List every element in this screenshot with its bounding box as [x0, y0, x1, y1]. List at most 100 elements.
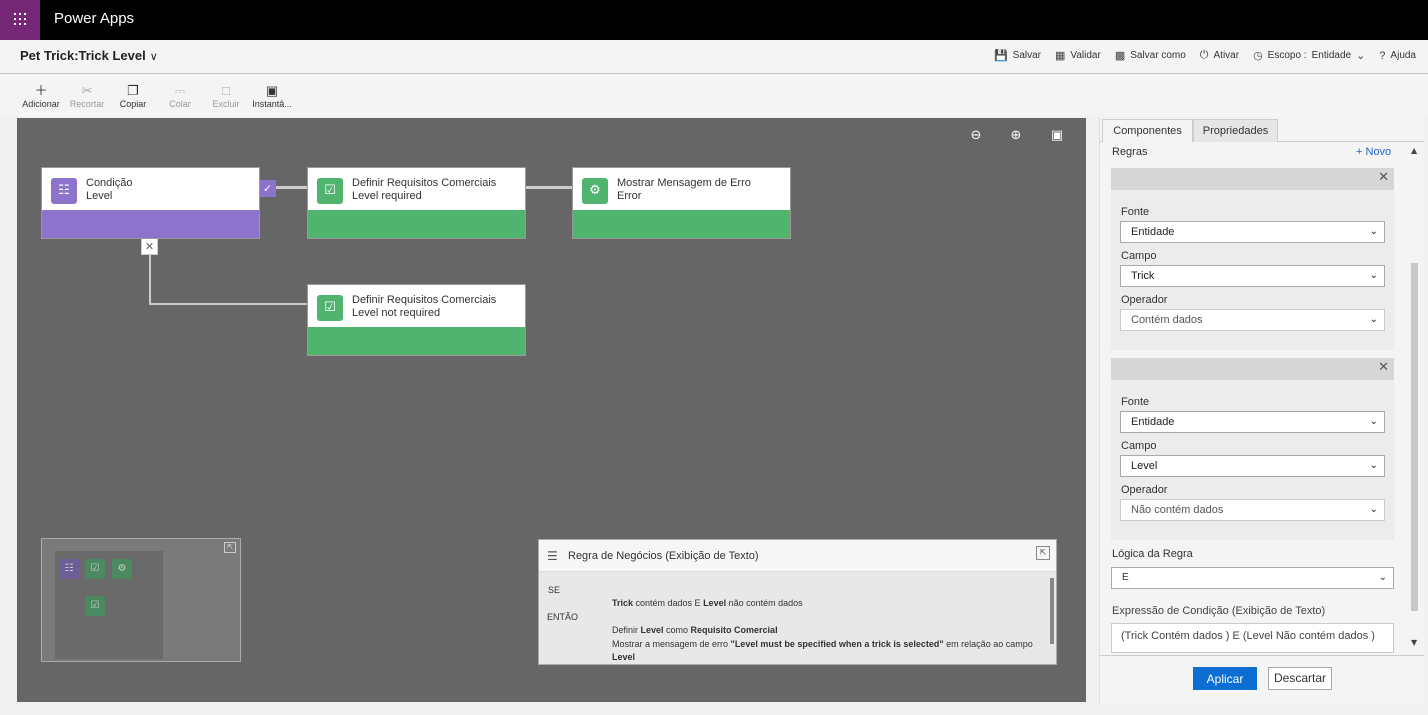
properties-panel: Componentes Propriedades Regras + Novo ▲…: [1099, 118, 1424, 703]
chevron-down-icon: ∨: [149, 51, 158, 63]
clock-icon: ◷: [1253, 50, 1263, 62]
node-type: Definir Requisitos Comerciais: [352, 294, 497, 306]
chevron-down-icon: ⌄: [1369, 314, 1378, 325]
chevron-down-icon: ⌄: [1356, 50, 1366, 62]
rule-title-dropdown[interactable]: Pet Trick:Trick Level ∨: [20, 48, 158, 63]
text-view-title: Regra de Negócios (Exibição de Texto): [568, 550, 759, 562]
checkbox-icon: ☑: [317, 178, 343, 204]
validate-button[interactable]: ▦ Validar: [1055, 49, 1101, 62]
rule-card: ✕ Fonte Entidade ⌄ Campo Trick ⌄ Operador …: [1111, 168, 1394, 350]
set-requirement-node[interactable]: ☑ Definir Requisitos Comerciais Level req…: [307, 167, 526, 239]
rule-card: ✕ Fonte Entidade ⌄ Campo Level ⌄ Operador …: [1111, 358, 1394, 540]
minimap-condition-node: ☷: [59, 559, 79, 579]
snapshot-button[interactable]: ▣ Instantâ...: [248, 83, 296, 109]
node-type: Condição: [86, 177, 133, 189]
paste-button[interactable]: ⎓ Colar: [156, 83, 204, 109]
minimap-viewport[interactable]: ☷ ☑ ⚙ ☑: [55, 551, 163, 659]
source-select[interactable]: Entidade ⌄: [1120, 221, 1385, 243]
help-button[interactable]: ? Ajuda: [1379, 49, 1416, 62]
operator-select[interactable]: Não contém dados ⌄: [1120, 499, 1385, 521]
expand-icon[interactable]: ⇱: [224, 542, 236, 553]
scroll-up-icon[interactable]: ▲: [1411, 146, 1417, 155]
node-band: [308, 327, 525, 355]
new-rule-link[interactable]: + Novo: [1356, 146, 1391, 158]
node-band: [308, 210, 525, 238]
field-select[interactable]: Trick ⌄: [1120, 265, 1385, 287]
designer-canvas[interactable]: ⊖ ⊕ ▣ ✓ ✕ ☷ Condição Level ☑ Definir Requ…: [17, 118, 1086, 702]
minimap-error-node: ⚙: [112, 559, 132, 579]
discard-button[interactable]: Descartar: [1268, 667, 1332, 690]
connector: [525, 186, 573, 189]
condition-node[interactable]: ☷ Condição Level: [41, 167, 260, 239]
command-bar: 💾 Salvar ▦ Validar ▩ Salvar como ⏻ Ativar ◷ E…: [994, 49, 1416, 62]
panel-footer: Aplicar Descartar: [1100, 655, 1424, 703]
action-text: Definir Level como Requisito Comercial: [612, 625, 778, 635]
scope-dropdown[interactable]: ◷ Escopo : Entidade ⌄: [1253, 49, 1365, 62]
chevron-down-icon: ⌄: [1369, 416, 1378, 427]
false-branch-x-icon[interactable]: ✕: [141, 238, 158, 255]
operator-label: Operador: [1121, 294, 1168, 306]
panel-tabs: Componentes Propriedades: [1100, 118, 1424, 142]
operator-select[interactable]: Contém dados ⌄: [1120, 309, 1385, 331]
node-band: [42, 210, 259, 238]
save-button[interactable]: 💾 Salvar: [994, 49, 1041, 62]
node-band: [573, 210, 790, 238]
source-label: Fonte: [1121, 396, 1150, 408]
app-title: Power Apps: [54, 10, 135, 27]
title-row: Pet Trick:Trick Level ∨ 💾 Salvar ▦ Validar …: [0, 41, 1428, 74]
scissors-icon: ✂: [81, 83, 93, 98]
text-view-panel: ☰ Regra de Negócios (Exibição de Texto) …: [538, 539, 1057, 665]
zoom-in-icon[interactable]: ⊕: [1007, 128, 1025, 144]
node-name: Level: [86, 190, 113, 202]
checkbox-icon: ☑: [317, 295, 343, 321]
connector: [149, 254, 151, 305]
rules-label: Regras: [1112, 146, 1148, 158]
action-text: Mostrar a mensagem de erro "Level must b…: [612, 639, 1033, 662]
page-title: Pet Trick:Trick Level: [20, 48, 146, 63]
tab-properties[interactable]: Propriedades: [1193, 119, 1278, 142]
source-select[interactable]: Entidade ⌄: [1120, 411, 1385, 433]
expand-icon[interactable]: ⇱: [1036, 546, 1050, 560]
fit-to-screen-icon[interactable]: ▣: [1048, 128, 1066, 144]
apply-button[interactable]: Aplicar: [1193, 667, 1257, 690]
field-select[interactable]: Level ⌄: [1120, 455, 1385, 477]
delete-button[interactable]: □ Excluir: [202, 83, 250, 109]
save-as-button[interactable]: ▩ Salvar como: [1115, 49, 1186, 62]
rule-text-icon: ☰: [547, 549, 558, 563]
if-label: SE: [548, 585, 561, 595]
scrollbar[interactable]: [1411, 263, 1418, 611]
scroll-down-icon[interactable]: ▼: [1411, 638, 1417, 647]
save-icon: 💾: [993, 50, 1008, 62]
then-label: ENTÃO: [547, 612, 579, 622]
node-type: Definir Requisitos Comerciais: [352, 177, 497, 189]
copy-icon: ❐: [127, 83, 139, 98]
tab-components[interactable]: Componentes: [1102, 119, 1193, 142]
zoom-out-icon[interactable]: ⊖: [967, 128, 985, 144]
show-error-node[interactable]: ⚙ Mostrar Mensagem de Erro Error: [572, 167, 791, 239]
close-icon[interactable]: ✕: [1378, 170, 1389, 185]
minimap-action-node: ☑: [85, 596, 105, 616]
trash-icon: □: [222, 83, 230, 98]
condition-expression-text: (Trick Contém dados ) E (Level Não conté…: [1111, 623, 1394, 653]
minimap[interactable]: ⇱ ☷ ☑ ⚙ ☑: [41, 538, 241, 662]
field-label: Campo: [1121, 440, 1157, 452]
condition-expression-label: Expressão de Condição (Exibição de Texto…: [1112, 605, 1326, 617]
cut-button[interactable]: ✂ Recortar: [63, 83, 111, 109]
activate-button[interactable]: ⏻ Ativar: [1200, 49, 1239, 62]
add-button[interactable]: ＋ Adicionar: [17, 83, 65, 109]
node-name: Error: [617, 190, 642, 202]
node-type: Mostrar Mensagem de Erro: [617, 177, 751, 189]
rule-logic-select[interactable]: E ⌄: [1111, 567, 1394, 589]
ribbon: ＋ Adicionar ✂ Recortar ❐ Copiar ⎓ Colar □ Exc…: [0, 75, 1428, 117]
condition-text: Trick contém dados E Level não contém da…: [612, 598, 803, 608]
chevron-down-icon: ⌄: [1369, 504, 1378, 515]
app-launcher-icon[interactable]: [0, 0, 40, 40]
scrollbar[interactable]: [1050, 578, 1054, 644]
close-icon[interactable]: ✕: [1378, 360, 1389, 375]
rule-logic-label: Lógica da Regra: [1112, 548, 1193, 560]
copy-button[interactable]: ❐ Copiar: [109, 83, 157, 109]
power-icon: ⏻: [1199, 49, 1209, 61]
true-branch-check-icon[interactable]: ✓: [259, 180, 276, 197]
set-requirement-node-else[interactable]: ☑ Definir Requisitos Comerciais Level not…: [307, 284, 526, 356]
chevron-down-icon: ⌄: [1369, 226, 1378, 237]
